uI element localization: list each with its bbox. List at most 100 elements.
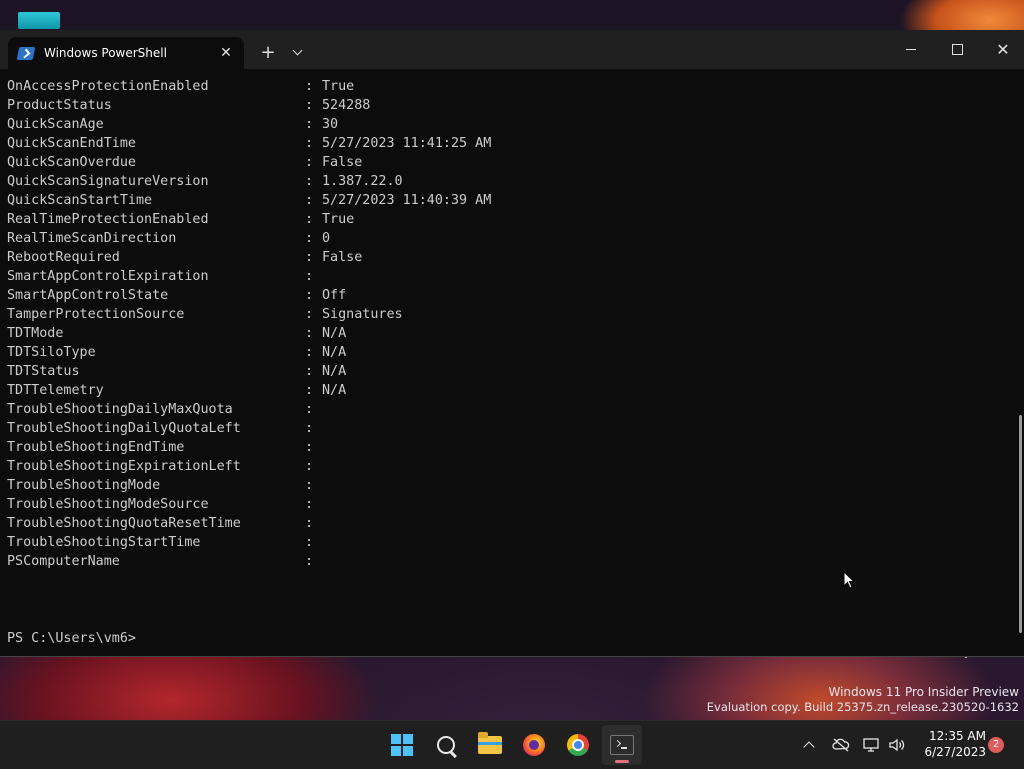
property-name: QuickScanOverdue xyxy=(7,155,136,170)
property-value: 5/27/2023 11:41:25 AM xyxy=(322,136,492,151)
taskbar: 12:35 AM 6/27/2023 2 xyxy=(0,720,1024,769)
maximize-button[interactable] xyxy=(934,30,980,69)
property-name: QuickScanEndTime xyxy=(7,136,136,151)
property-name: SmartAppControlState xyxy=(7,288,169,303)
property-separator: : xyxy=(305,155,314,170)
new-tab-button[interactable]: + xyxy=(256,38,280,66)
property-separator: : xyxy=(305,383,314,398)
property-separator: : xyxy=(305,212,314,227)
property-name: TroubleShootingModeSource xyxy=(7,497,209,512)
property-separator: : xyxy=(305,459,314,474)
property-name: RebootRequired xyxy=(7,250,120,265)
property-value: N/A xyxy=(322,383,347,398)
property-value: False xyxy=(322,250,363,265)
property-separator: : xyxy=(305,307,314,322)
onedrive-status-button[interactable] xyxy=(829,721,853,769)
property-separator: : xyxy=(305,98,314,113)
property-name: QuickScanSignatureVersion xyxy=(7,174,209,189)
volume-button[interactable] xyxy=(886,721,908,769)
chrome-icon xyxy=(567,734,589,756)
maximize-icon xyxy=(951,44,963,55)
property-separator: : xyxy=(305,345,314,360)
network-button[interactable] xyxy=(861,721,883,769)
command-prompt[interactable]: PS C:\Users\vm6> xyxy=(7,629,136,648)
show-hidden-icons-button[interactable] xyxy=(798,721,820,769)
property-name: TroubleShootingStartTime xyxy=(7,535,201,550)
property-name: TDTSiloType xyxy=(7,345,96,360)
firefox-icon xyxy=(523,734,545,756)
property-value: Off xyxy=(322,288,347,303)
property-separator: : xyxy=(305,364,314,379)
system-clock[interactable]: 12:35 AM 6/27/2023 xyxy=(914,728,986,760)
minimize-button[interactable] xyxy=(888,30,934,69)
search-icon xyxy=(437,736,455,754)
property-name: QuickScanAge xyxy=(7,117,104,132)
property-name: TDTStatus xyxy=(7,364,80,379)
watermark-line-1: Windows 11 Pro Insider Preview xyxy=(828,685,1019,699)
property-name: SmartAppControlExpiration xyxy=(7,269,209,284)
title-bar[interactable]: Windows PowerShell ✕ + ✕ xyxy=(0,30,1024,69)
tab-windows-powershell[interactable]: Windows PowerShell ✕ xyxy=(8,37,244,69)
cloud-offline-icon xyxy=(832,738,850,752)
clock-time: 12:35 AM xyxy=(929,729,986,743)
property-separator: : xyxy=(305,326,314,341)
start-button[interactable] xyxy=(382,725,422,765)
property-value: 1.387.22.0 xyxy=(322,174,403,189)
network-icon xyxy=(863,738,879,752)
os-watermark: Windows 11 Pro Insider Preview Evaluatio… xyxy=(707,685,1019,715)
property-value: N/A xyxy=(322,364,347,379)
property-separator: : xyxy=(305,136,314,151)
property-value: Signatures xyxy=(322,307,403,322)
file-explorer-button[interactable] xyxy=(470,725,510,765)
property-value: N/A xyxy=(322,345,347,360)
property-name: OnAccessProtectionEnabled xyxy=(7,79,209,94)
property-separator: : xyxy=(305,535,314,550)
property-separator: : xyxy=(305,554,314,569)
terminal-scrollbar[interactable] xyxy=(1019,415,1022,633)
property-value: N/A xyxy=(322,326,347,341)
desktop-shortcut-icon[interactable] xyxy=(18,12,60,29)
property-separator: : xyxy=(305,250,314,265)
property-separator: : xyxy=(305,288,314,303)
property-separator: : xyxy=(305,421,314,436)
chrome-button[interactable] xyxy=(558,725,598,765)
file-explorer-icon xyxy=(478,732,502,754)
property-value: 5/27/2023 11:40:39 AM xyxy=(322,193,492,208)
powershell-icon xyxy=(16,46,36,60)
property-name: TroubleShootingDailyMaxQuota xyxy=(7,402,233,417)
terminal-taskbar-button[interactable] xyxy=(602,725,642,765)
property-name: ProductStatus xyxy=(7,98,112,113)
speaker-icon xyxy=(889,738,905,752)
clock-date: 6/27/2023 xyxy=(924,745,986,759)
property-name: TDTTelemetry xyxy=(7,383,104,398)
close-icon: ✕ xyxy=(996,40,1010,59)
property-separator: : xyxy=(305,174,314,189)
property-value: True xyxy=(322,212,355,227)
property-name: TroubleShootingExpirationLeft xyxy=(7,459,241,474)
property-separator: : xyxy=(305,117,314,132)
tab-title: Windows PowerShell xyxy=(44,46,167,60)
property-separator: : xyxy=(305,516,314,531)
minimize-icon xyxy=(906,49,916,50)
firefox-button[interactable] xyxy=(514,725,554,765)
search-button[interactable] xyxy=(426,725,466,765)
terminal-output[interactable]: PS C:\Users\vm6> OnAccessProtectionEnabl… xyxy=(0,69,1016,656)
property-name: TroubleShootingQuotaResetTime xyxy=(7,516,241,531)
close-window-button[interactable]: ✕ xyxy=(980,30,1024,69)
property-separator: : xyxy=(305,269,314,284)
chevron-up-icon xyxy=(803,741,815,753)
property-name: TDTMode xyxy=(7,326,64,341)
property-separator: : xyxy=(305,231,314,246)
tab-dropdown-button[interactable] xyxy=(286,38,308,66)
notification-badge[interactable]: 2 xyxy=(988,737,1004,753)
active-app-indicator xyxy=(615,760,629,763)
property-separator: : xyxy=(305,402,314,417)
property-name: TroubleShootingMode xyxy=(7,478,161,493)
property-name: PSComputerName xyxy=(7,554,120,569)
watermark-line-2: Evaluation copy. Build 25375.zn_release.… xyxy=(706,700,1019,714)
tab-close-icon[interactable]: ✕ xyxy=(216,45,236,61)
property-value: 0 xyxy=(322,231,331,246)
property-separator: : xyxy=(305,478,314,493)
property-separator: : xyxy=(305,79,314,94)
property-name: RealTimeProtectionEnabled xyxy=(7,212,209,227)
